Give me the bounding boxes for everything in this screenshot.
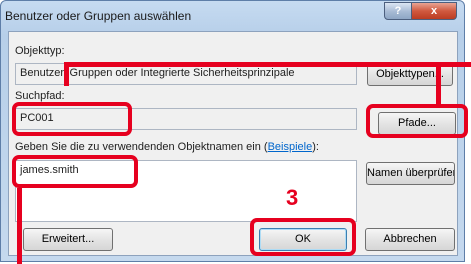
annotation-connector-top bbox=[64, 62, 471, 67]
object-names-label: Geben Sie die zu verwendenden Objektname… bbox=[15, 141, 319, 153]
annotation-connector-left bbox=[64, 62, 69, 86]
object-name-highlight bbox=[12, 155, 138, 188]
step-number-label: 3 bbox=[286, 185, 299, 210]
check-names-button[interactable]: Namen überprüfen bbox=[366, 162, 455, 185]
examples-link[interactable]: Beispiele bbox=[268, 141, 313, 153]
help-button[interactable]: ? bbox=[384, 2, 412, 20]
advanced-button[interactable]: Erweitert... bbox=[23, 228, 113, 251]
close-button[interactable]: x bbox=[411, 2, 457, 20]
object-names-label-prefix: Geben Sie die zu verwendenden Objektname… bbox=[15, 141, 268, 153]
object-type-label: Objekttyp: bbox=[15, 45, 65, 57]
ok-button-highlight bbox=[250, 218, 356, 256]
paths-button-highlight bbox=[366, 104, 468, 138]
search-path-highlight bbox=[12, 102, 132, 136]
dialog-title: Benutzer oder Gruppen auswählen bbox=[5, 9, 192, 23]
object-names-label-suffix: ): bbox=[312, 141, 319, 153]
search-path-label: Suchpfad: bbox=[15, 90, 65, 102]
annotation-connector-bottom bbox=[17, 188, 22, 264]
cancel-button[interactable]: Abbrechen bbox=[365, 228, 455, 251]
annotation-connector-right bbox=[436, 62, 441, 104]
